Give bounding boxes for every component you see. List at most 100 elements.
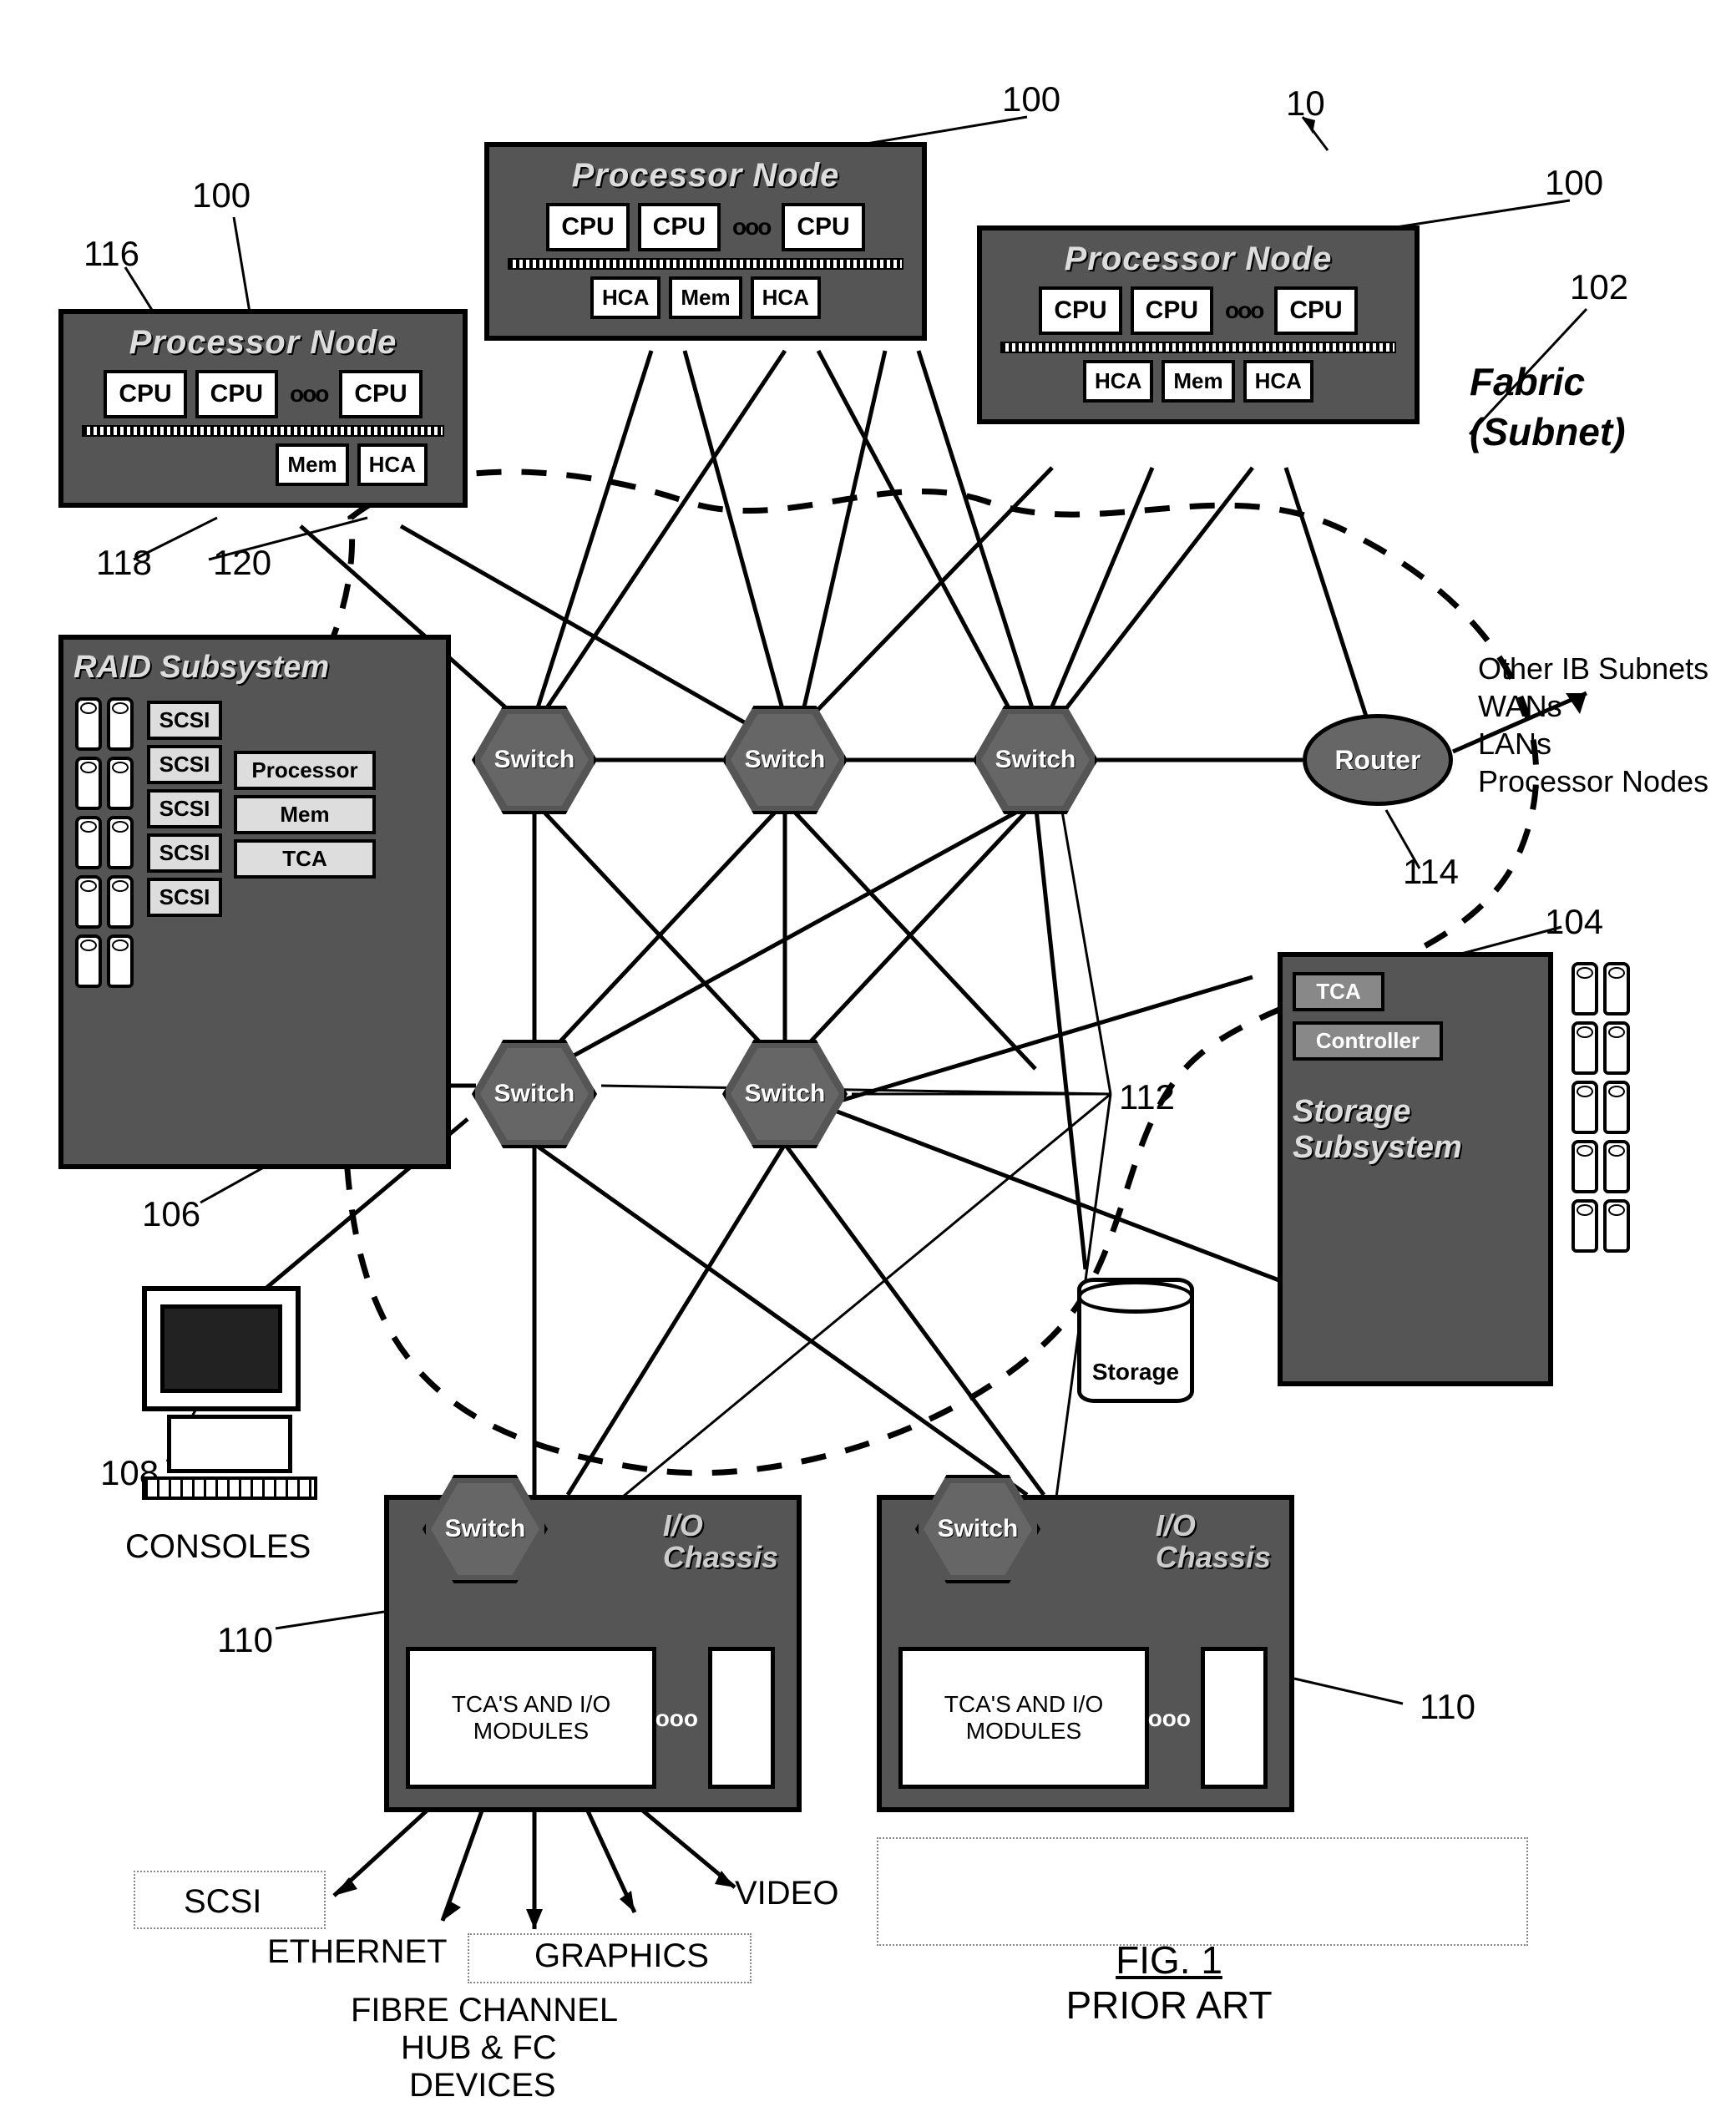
io-slot — [1201, 1647, 1268, 1789]
storage-tca: TCA — [1293, 972, 1384, 1011]
disk-icon — [107, 875, 134, 929]
figure-subtitle: PRIOR ART — [1002, 1983, 1336, 2028]
switch-hex: Switch — [472, 1040, 597, 1148]
ref-118: 118 — [96, 543, 152, 583]
switch-label: Switch — [426, 1478, 544, 1580]
disk-icon — [75, 875, 102, 929]
mem-chip: Mem — [276, 443, 348, 486]
io-modules: TCA'S AND I/O MODULES — [406, 1647, 656, 1789]
raid-tca: TCA — [234, 839, 376, 879]
io-out-gfx: GRAPHICS — [534, 1937, 709, 1975]
io-title: I/OChassis — [1156, 1510, 1271, 1573]
switch-hex: Switch — [973, 706, 1098, 814]
disk-icon — [1572, 1081, 1598, 1134]
figure-caption: FIG. 1 PRIOR ART — [1002, 1937, 1336, 2028]
storage-cylinder: Storage — [1077, 1278, 1194, 1403]
fabric-label-1: Fabric — [1470, 359, 1585, 404]
ref-10: 10 — [1286, 84, 1325, 124]
ref-102: 102 — [1570, 267, 1628, 307]
processor-node-top: Processor Node CPU CPU ooo CPU HCA Mem H… — [484, 142, 927, 341]
proc-title: Processor Node — [499, 157, 912, 195]
io-chassis-left: Switch I/OChassis TCA'S AND I/O MODULES … — [384, 1495, 802, 1812]
cpu-chip: CPU — [1131, 286, 1213, 335]
io-out-fc2: HUB & FC — [401, 2029, 557, 2067]
dotted-region — [877, 1837, 1528, 1946]
router-out-1: Other IB Subnets — [1478, 651, 1708, 686]
disk-icon — [75, 816, 102, 869]
io-out-eth: ETHERNET — [267, 1933, 448, 1971]
ellipsis-icon: ooo — [729, 214, 773, 241]
switch-label: Switch — [475, 709, 594, 811]
disk-icon — [1572, 1199, 1598, 1253]
io-title: I/OChassis — [663, 1510, 778, 1573]
cpu-chip: CPU — [104, 370, 186, 418]
mem-chip: Mem — [669, 276, 741, 319]
storage-disks — [1570, 960, 1632, 1257]
ref-116: 116 — [84, 234, 139, 274]
hca-chip: HCA — [751, 276, 821, 319]
io-out-fc3: DEVICES — [409, 2067, 556, 2104]
ref-104: 104 — [1545, 902, 1603, 942]
ref-100-top: 100 — [1002, 79, 1060, 119]
processor-node-right: Processor Node CPU CPU ooo CPU HCA Mem H… — [977, 225, 1420, 424]
switch-label: Switch — [919, 1478, 1037, 1580]
cpu-chip: CPU — [339, 370, 422, 418]
disk-icon — [1603, 1021, 1630, 1075]
disk-icon — [1572, 962, 1598, 1015]
disk-icon — [107, 757, 134, 810]
switch-label: Switch — [976, 709, 1095, 811]
disk-icon — [75, 757, 102, 810]
disk-icon — [75, 697, 102, 751]
io-modules: TCA'S AND I/O MODULES — [898, 1647, 1149, 1789]
computer-base — [167, 1415, 292, 1473]
io-out-scsi: SCSI — [184, 1883, 261, 1921]
router-out-3: LANs — [1478, 727, 1551, 762]
scsi-chip: SCSI — [147, 701, 222, 740]
storage-cyl-label: Storage — [1081, 1359, 1190, 1385]
router-out-2: WANs — [1478, 689, 1562, 724]
processor-node-left: Processor Node CPU CPU ooo CPU Mem HCA — [58, 309, 468, 508]
hca-chip: HCA — [357, 443, 428, 486]
disk-icon — [1603, 962, 1630, 1015]
switch-label: Switch — [726, 1043, 844, 1145]
io-out-video: VIDEO — [735, 1875, 838, 1912]
scsi-chip: SCSI — [147, 878, 222, 917]
ellipsis-icon: ooo — [655, 1705, 698, 1732]
raid-processor: Processor — [234, 751, 376, 790]
ref-100-right: 100 — [1545, 163, 1603, 203]
disk-icon — [1603, 1081, 1630, 1134]
raid-scsi-column: SCSI SCSI SCSI SCSI SCSI — [147, 696, 222, 992]
disk-icon — [107, 816, 134, 869]
disk-icon — [75, 934, 102, 988]
console-label: CONSOLES — [125, 1528, 311, 1566]
hca-chip: HCA — [1083, 360, 1153, 403]
storage-controller: Controller — [1293, 1021, 1443, 1061]
hca-chip: HCA — [1243, 360, 1313, 403]
ref-112: 112 — [1119, 1077, 1175, 1117]
keyboard-icon — [142, 1476, 317, 1500]
ref-100-left: 100 — [192, 175, 251, 215]
ellipsis-icon: ooo — [286, 381, 331, 408]
disk-icon — [107, 934, 134, 988]
io-slot — [708, 1647, 775, 1789]
bus-bar — [508, 258, 903, 270]
cpu-chip: CPU — [782, 203, 864, 251]
raid-disk-column — [73, 696, 135, 992]
fabric-label-2: (Subnet) — [1470, 409, 1626, 454]
io-out-fc1: FIBRE CHANNEL — [351, 1992, 618, 2029]
raid-title: RAID Subsystem — [73, 650, 436, 686]
cpu-chip: CPU — [1274, 286, 1357, 335]
monitor-icon — [142, 1286, 301, 1411]
cpu-chip: CPU — [1039, 286, 1121, 335]
raid-subsystem: RAID Subsystem SCSI SCSI SCSI SCSI SCSI … — [58, 635, 451, 1169]
switch-label: Switch — [726, 709, 844, 811]
figure-title: FIG. 1 — [1002, 1937, 1336, 1983]
storage-title-1: Storage — [1293, 1094, 1538, 1130]
hca-chip: HCA — [590, 276, 660, 319]
raid-control-column: Processor Mem TCA — [234, 696, 376, 992]
disk-icon — [1603, 1199, 1630, 1253]
ref-114: 114 — [1403, 852, 1459, 892]
router-out-4: Processor Nodes — [1478, 764, 1708, 799]
switch-hex: Switch — [722, 1040, 848, 1148]
bus-bar — [1000, 342, 1396, 353]
